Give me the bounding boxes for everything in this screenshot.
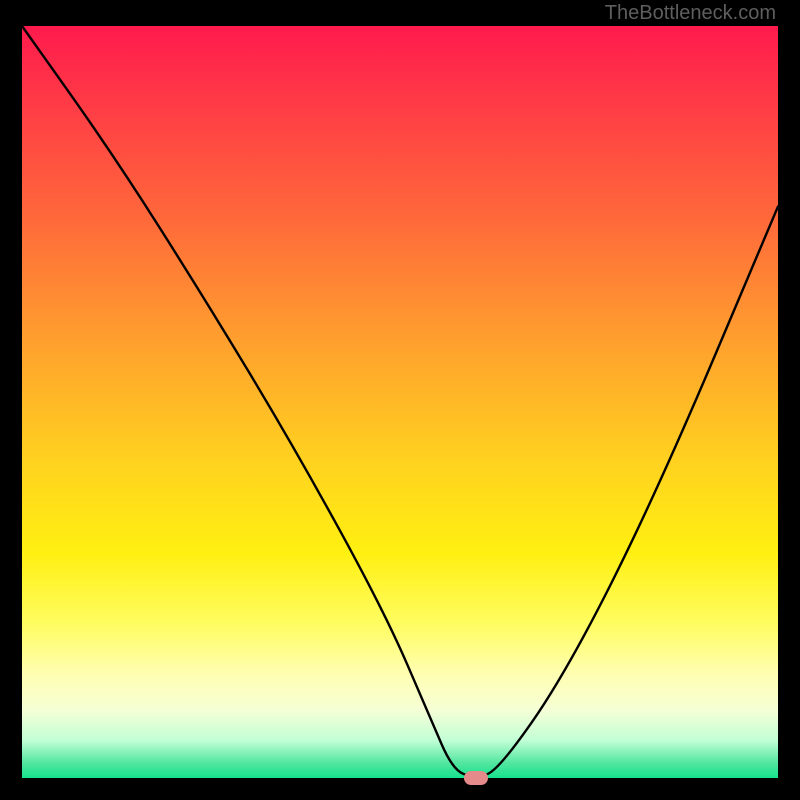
chart-frame [22,26,778,778]
watermark: TheBottleneck.com [605,2,776,25]
bottleneck-curve [22,26,778,778]
chart-plot [22,26,778,778]
bottleneck-marker [464,771,488,785]
